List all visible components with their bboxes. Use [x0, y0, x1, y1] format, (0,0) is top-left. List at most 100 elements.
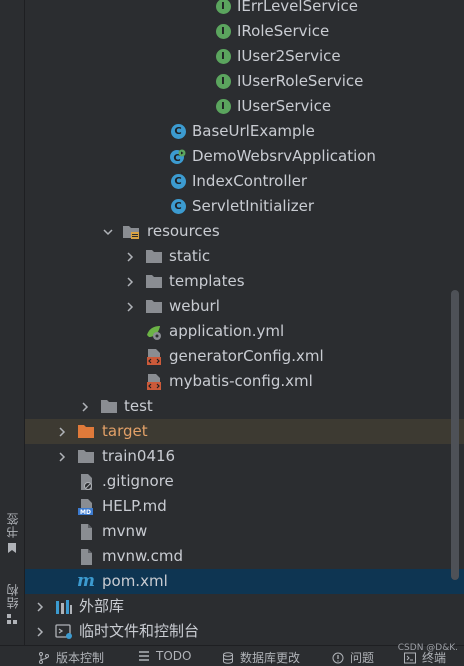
bookmark-icon	[8, 543, 16, 553]
tree-item-label: DemoWebsrvApplication	[192, 147, 376, 165]
tree-item-mybatis-config-xml[interactable]: mybatis-config.xml	[25, 369, 464, 394]
interface-icon: I	[214, 94, 232, 119]
chevron-right-icon[interactable]	[55, 444, 69, 469]
tree-item-resources[interactable]: resources	[25, 219, 464, 244]
chevron-right-icon[interactable]	[123, 294, 137, 319]
database-icon	[223, 651, 233, 664]
version-control-tab[interactable]: 版本控制	[38, 649, 104, 666]
class-icon: C	[169, 194, 187, 219]
folder-icon	[145, 269, 163, 294]
xml-file-icon	[145, 369, 163, 394]
tree-item-label: 外部库	[79, 597, 125, 615]
tree-item-demowebsrvapplication[interactable]: C DemoWebsrvApplication	[25, 144, 464, 169]
tree-item-label: mvnw.cmd	[102, 547, 184, 565]
db-changes-label: 数据库更改	[240, 651, 301, 665]
tree-item-gitignore[interactable]: .gitignore	[25, 469, 464, 494]
tree-item-templates[interactable]: templates	[25, 269, 464, 294]
tree-item-label: IUser2Service	[237, 47, 341, 65]
bottom-tool-bar: 版本控制 TODO 数据库更改 问题 终端 CSDN @D&K.	[0, 643, 464, 666]
spring-config-icon	[145, 319, 163, 344]
problems-icon	[332, 652, 344, 663]
vertical-scrollbar[interactable]	[451, 290, 459, 580]
tree-item-scratches[interactable]: 临时文件和控制台	[25, 619, 464, 644]
tree-item-weburl[interactable]: weburl	[25, 294, 464, 319]
scratch-icon	[55, 619, 73, 644]
tree-item-ierrlevelservice[interactable]: I IErrLevelService	[25, 0, 464, 19]
version-control-label: 版本控制	[56, 651, 105, 665]
tree-item-label: .gitignore	[102, 472, 174, 490]
structure-tab[interactable]: 结构	[2, 583, 22, 625]
tree-item-train0416[interactable]: train0416	[25, 444, 464, 469]
tree-item-label: IRoleService	[237, 22, 330, 40]
tree-item-pom-xml[interactable]: m pom.xml	[25, 569, 464, 594]
interface-icon: I	[214, 44, 232, 69]
tree-item-label: templates	[169, 272, 245, 290]
tree-item-label: ServletInitializer	[192, 197, 315, 215]
tree-item-label: HELP.md	[102, 497, 167, 515]
problems-label: 问题	[350, 651, 375, 665]
tree-item-label: IUserRoleService	[237, 72, 364, 90]
tree-item-test[interactable]: test	[25, 394, 464, 419]
file-icon	[77, 519, 95, 544]
class-icon: C	[169, 119, 187, 144]
tree-item-indexcontroller[interactable]: C IndexController	[25, 169, 464, 194]
left-tool-strip: 书签 结构	[0, 0, 25, 645]
tree-item-label: 临时文件和控制台	[79, 622, 200, 640]
chevron-right-icon[interactable]	[33, 594, 47, 619]
tree-item-iuserservice[interactable]: I IUserService	[25, 94, 464, 119]
tree-item-label: test	[124, 397, 153, 415]
list-icon	[139, 651, 149, 661]
chevron-right-icon[interactable]	[123, 269, 137, 294]
resources-folder-icon	[122, 219, 140, 244]
tree-item-target[interactable]: target	[25, 419, 464, 444]
folder-icon	[77, 444, 95, 469]
tree-item-label: application.yml	[169, 322, 285, 340]
chevron-right-icon[interactable]	[55, 419, 69, 444]
tree-item-external-libraries[interactable]: 外部库	[25, 594, 464, 619]
bookmarks-tab-label: 书签	[5, 512, 20, 538]
structure-icon	[7, 614, 17, 624]
maven-icon: m	[77, 571, 95, 591]
tree-item-mvnw[interactable]: mvnw	[25, 519, 464, 544]
excluded-folder-icon	[77, 419, 95, 444]
chevron-right-icon[interactable]	[78, 394, 92, 419]
tree-item-servletinitializer[interactable]: C ServletInitializer	[25, 194, 464, 219]
tree-item-generatorconfig-xml[interactable]: generatorConfig.xml	[25, 344, 464, 369]
chevron-right-icon[interactable]	[33, 619, 47, 644]
tree-item-iuser2service[interactable]: I IUser2Service	[25, 44, 464, 69]
tree-item-help-md[interactable]: MD HELP.md	[25, 494, 464, 519]
branch-icon	[39, 651, 49, 664]
chevron-down-icon[interactable]	[101, 219, 115, 244]
problems-tab[interactable]: 问题	[332, 649, 374, 666]
tree-item-label: IUserService	[237, 97, 332, 115]
svg-text:MD: MD	[80, 509, 91, 516]
bookmarks-tab[interactable]: 书签	[2, 512, 22, 554]
folder-icon	[145, 294, 163, 319]
tree-item-baseurlexample[interactable]: C BaseUrlExample	[25, 119, 464, 144]
tree-item-label: pom.xml	[102, 572, 168, 590]
tree-item-application-yml[interactable]: application.yml	[25, 319, 464, 344]
folder-icon	[145, 244, 163, 269]
terminal-icon	[404, 652, 416, 663]
folder-icon	[100, 394, 118, 419]
chevron-right-icon[interactable]	[123, 244, 137, 269]
tree-item-iuserroleservice[interactable]: I IUserRoleService	[25, 69, 464, 94]
ignore-file-icon	[77, 469, 95, 494]
tree-item-static[interactable]: static	[25, 244, 464, 269]
todo-tab[interactable]: TODO	[138, 649, 191, 663]
library-icon	[55, 594, 73, 619]
tree-item-label: mybatis-config.xml	[169, 372, 313, 390]
tree-item-label: static	[169, 247, 211, 265]
tree-item-label: train0416	[102, 447, 176, 465]
structure-tab-label: 结构	[5, 583, 20, 609]
interface-icon: I	[214, 0, 232, 19]
db-changes-tab[interactable]: 数据库更改	[222, 649, 300, 666]
tree-item-mvnw-cmd[interactable]: mvnw.cmd	[25, 544, 464, 569]
interface-icon: I	[214, 19, 232, 44]
spring-app-class-icon: C	[169, 144, 187, 169]
tree-item-iroleservice[interactable]: I IRoleService	[25, 19, 464, 44]
interface-icon: I	[214, 69, 232, 94]
project-tree: I IErrLevelService I IRoleService I IUse…	[25, 0, 464, 645]
tree-item-label: IndexController	[192, 172, 308, 190]
tree-item-label: resources	[147, 222, 220, 240]
